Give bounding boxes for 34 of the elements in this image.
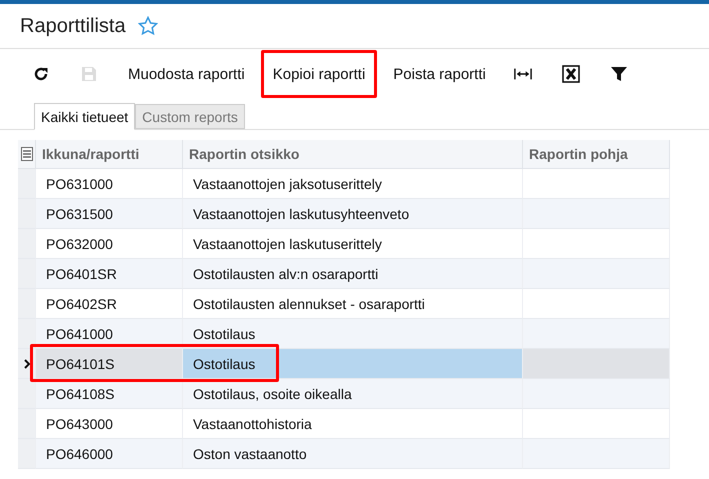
excel-icon (562, 65, 580, 83)
toolbar-button[interactable]: Muodosta raportti (120, 57, 253, 91)
tab[interactable]: Kaikki tietueet (34, 103, 136, 130)
fit-width-icon (514, 66, 532, 82)
toolbar-button[interactable]: Kopioi raportti (264, 57, 374, 91)
table-cell[interactable]: Ostotilaus, osoite oikealla (183, 379, 523, 409)
save-icon (81, 66, 97, 82)
star-icon[interactable] (138, 16, 158, 36)
table-cell[interactable]: Vastaanottojen laskutusyhteenveto (183, 199, 523, 229)
table-cell[interactable]: PO6401SR (36, 259, 183, 289)
table-cell[interactable]: PO641000 (36, 319, 183, 349)
filter-icon (610, 66, 628, 82)
table-cell[interactable] (523, 199, 670, 229)
table-cell[interactable] (523, 349, 670, 379)
table-cell[interactable]: PO646000 (36, 439, 183, 469)
table-cell[interactable]: Ostotilaus (183, 349, 523, 379)
tab[interactable]: Custom reports (135, 104, 245, 129)
table-cell[interactable]: PO64101S (36, 349, 183, 379)
table-cell[interactable]: PO64108S (36, 379, 183, 409)
table-cell[interactable] (523, 259, 670, 289)
column-chooser-icon[interactable] (20, 147, 32, 161)
table-cell[interactable]: Ostotilaus (183, 319, 523, 349)
page-title: Raporttilista (20, 14, 126, 38)
table-cell[interactable]: Oston vastaanotto (183, 439, 523, 469)
column-header[interactable]: Ikkuna/raportti (36, 140, 183, 169)
table-cell[interactable] (523, 379, 670, 409)
table-cell[interactable] (523, 439, 670, 469)
table-cell[interactable] (523, 319, 670, 349)
table-cell[interactable]: Ostotilausten alv:n osaraportti (183, 259, 523, 289)
column-header[interactable]: Raportin pohja (523, 140, 670, 169)
toolbar-button[interactable]: Poista raportti (385, 57, 494, 91)
refresh-icon (33, 66, 49, 82)
table-cell[interactable]: PO631500 (36, 199, 183, 229)
column-header[interactable]: Raportin otsikko (183, 140, 523, 169)
